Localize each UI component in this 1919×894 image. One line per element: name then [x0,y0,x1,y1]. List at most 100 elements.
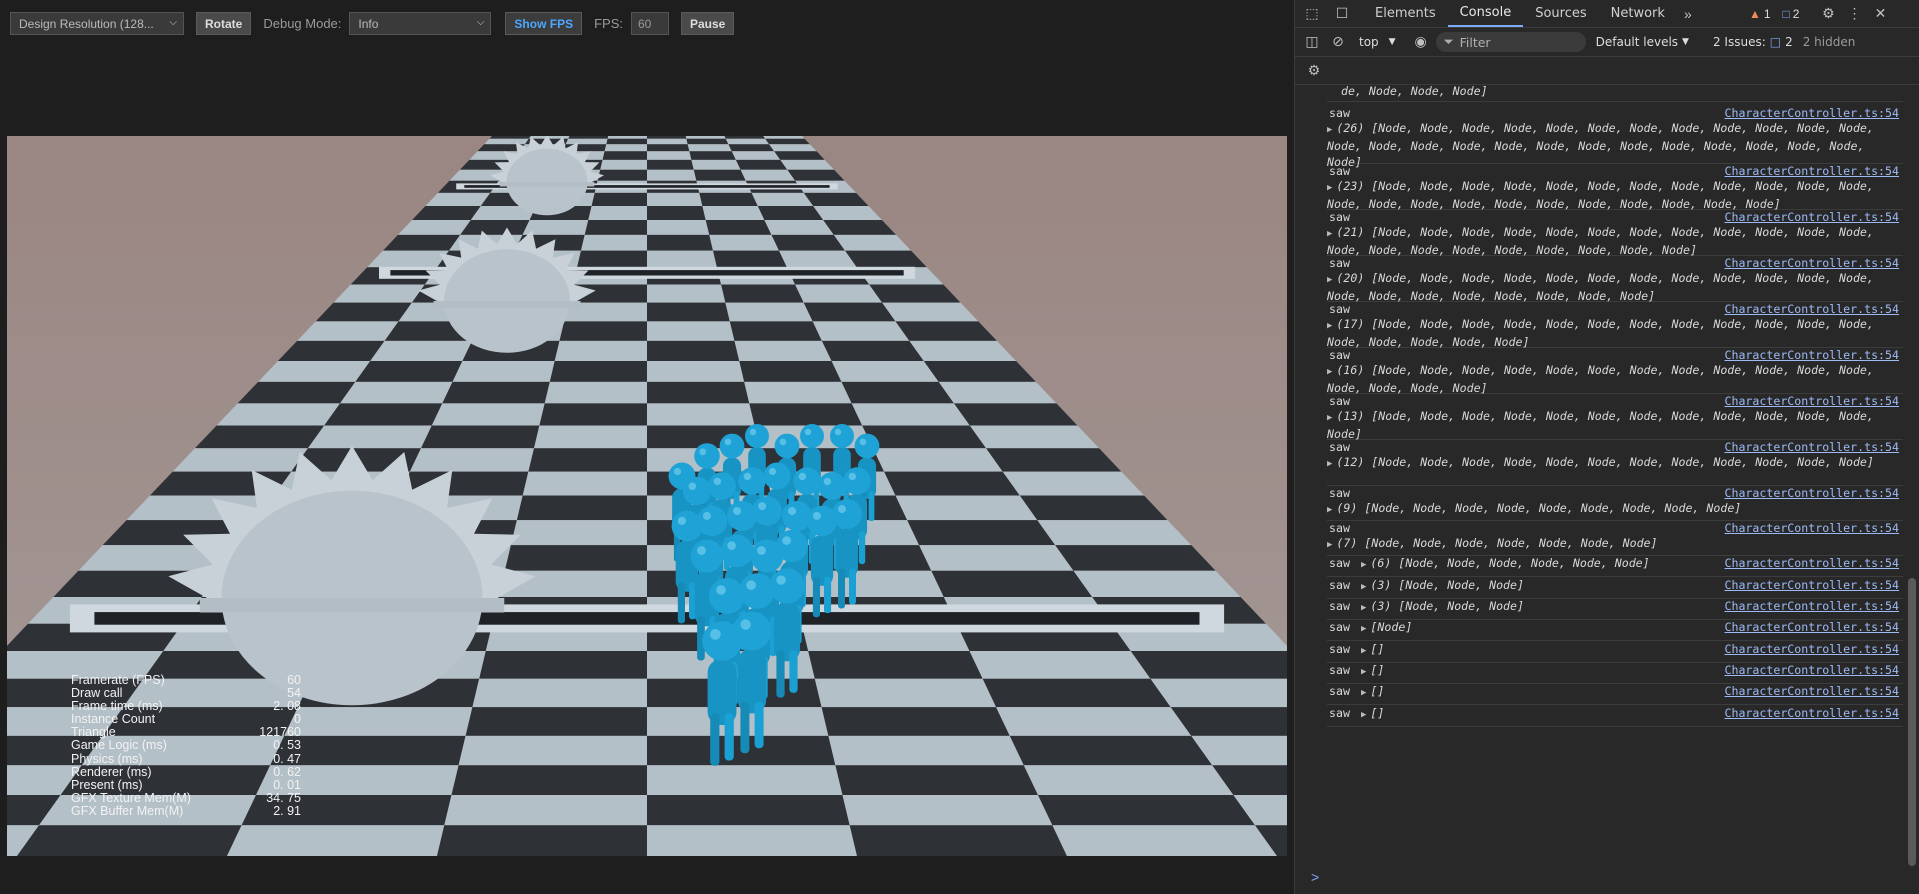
fps-input[interactable]: 60 [630,12,669,35]
issues-count: 2 [1785,35,1793,49]
show-fps-button[interactable]: Show FPS [505,12,583,35]
console-message[interactable]: saw CharacterController.ts:54 ▶ (3) [Node, … [1327,599,1903,620]
board-tile [504,545,647,571]
console-message[interactable]: saw CharacterController.ts:54 ▶ [Node] [1327,620,1903,641]
board-tile [763,136,805,139]
rotate-button[interactable]: Rotate [196,12,252,35]
design-resolution-select[interactable]: Design Resolution (128... ⌵ [10,12,184,35]
console-message[interactable]: saw CharacterController.ts:54 ▶ (26) [Node,… [1327,106,1903,169]
expand-triangle-icon[interactable]: ▶ [1361,667,1366,677]
game-canvas[interactable]: Framerate (FPS) 60 Draw call 54 Frame time (… [7,136,1287,856]
expand-triangle-icon[interactable]: ▶ [1327,505,1332,515]
messages-counter[interactable]: □ 2 [1783,7,1800,21]
source-link[interactable]: CharacterController.ts:54 [1724,642,1899,656]
console-message[interactable]: saw CharacterController.ts:54 ▶ (9) [Node, … [1327,486,1903,521]
clear-console-icon[interactable]: ⊘ [1327,31,1349,53]
expand-triangle-icon[interactable]: ▶ [1361,710,1366,720]
sidebar-toggle-icon[interactable]: ◫ [1301,31,1323,53]
pause-button[interactable]: Pause [680,12,735,35]
source-link[interactable]: CharacterController.ts:54 [1724,599,1899,613]
source-link[interactable]: CharacterController.ts:54 [1724,210,1899,224]
source-link[interactable]: CharacterController.ts:54 [1724,106,1899,120]
source-link[interactable]: CharacterController.ts:54 [1724,706,1899,720]
expand-triangle-icon[interactable]: ▶ [1327,125,1332,135]
context-select[interactable]: top ▼ [1359,35,1396,49]
expand-triangle-icon[interactable]: ▶ [1327,183,1332,193]
console-message[interactable]: saw CharacterController.ts:54 ▶ (21) [Node,… [1327,210,1903,257]
array-preview: [Node, Node, Node, Node, Node, Node, Nod… [1327,317,1881,349]
filter-input[interactable]: ⏷ Filter [1435,32,1586,52]
expand-triangle-icon[interactable]: ▶ [1361,560,1366,570]
source-link[interactable]: CharacterController.ts:54 [1724,394,1899,408]
inspect-element-icon[interactable]: ⬚ [1301,3,1323,25]
source-link[interactable]: CharacterController.ts:54 [1724,486,1899,500]
board-tile [307,425,432,449]
expand-triangle-icon[interactable]: ▶ [1361,688,1366,698]
console-message[interactable]: saw CharacterController.ts:54 ▶ (12) [Node,… [1327,440,1903,486]
board-tile [705,220,772,235]
source-link[interactable]: CharacterController.ts:54 [1724,302,1899,316]
source-link[interactable]: CharacterController.ts:54 [1724,440,1899,454]
expand-triangle-icon[interactable]: ▶ [1327,229,1332,239]
devtools-panel: ⬚ ☐ Elements Console Sources Network » ▲… [1294,0,1919,894]
array-preview: [Node, Node, Node, Node, Node, Node, Nod… [1327,271,1881,303]
expand-triangle-icon[interactable]: ▶ [1327,459,1332,469]
more-tabs-icon[interactable]: » [1677,3,1699,25]
expand-triangle-icon[interactable]: ▶ [1327,413,1332,423]
console-message[interactable]: saw CharacterController.ts:54 ▶ (23) [Node,… [1327,164,1903,211]
expand-triangle-icon[interactable]: ▶ [1327,321,1332,331]
tab-network[interactable]: Network [1599,0,1677,27]
settings-gear-icon[interactable]: ⚙ [1817,3,1839,25]
source-link[interactable]: CharacterController.ts:54 [1724,164,1899,178]
console-message[interactable]: saw CharacterController.ts:54 ▶ (3) [Node, … [1327,578,1903,599]
chevron-down-icon: ▼ [1682,37,1689,47]
character-highlight [788,507,796,515]
tab-elements[interactable]: Elements [1363,0,1448,27]
source-link[interactable]: CharacterController.ts:54 [1724,521,1899,535]
expand-triangle-icon[interactable]: ▶ [1327,540,1332,550]
source-link[interactable]: CharacterController.ts:54 [1724,663,1899,677]
board-tile [884,471,1020,496]
source-link[interactable]: CharacterController.ts:54 [1724,620,1899,634]
tab-sources[interactable]: Sources [1523,0,1598,27]
board-tile [516,495,647,521]
log-levels-select[interactable]: Default levels ▼ [1596,35,1689,49]
console-prompt[interactable]: > [1311,869,1319,885]
console-message[interactable]: saw CharacterController.ts:54 ▶ (7) [Node, … [1327,521,1903,556]
board-tile [465,707,647,736]
device-toolbar-icon[interactable]: ☐ [1331,3,1353,25]
console-message[interactable]: saw CharacterController.ts:54 ▶ (13) [Node,… [1327,394,1903,441]
source-link[interactable]: CharacterController.ts:54 [1724,684,1899,698]
expand-triangle-icon[interactable]: ▶ [1327,275,1332,285]
console-message-label: saw [1329,706,1350,720]
console-settings-gear-icon[interactable]: ⚙ [1303,59,1325,81]
console-message[interactable]: saw CharacterController.ts:54 ▶ [] [1327,684,1903,705]
console-message[interactable]: saw CharacterController.ts:54 ▶ (6) [Node, … [1327,556,1903,577]
console-message[interactable]: saw CharacterController.ts:54 ▶ [] [1327,706,1903,727]
more-options-icon[interactable]: ⋮ [1843,3,1865,25]
console-scrollbar-thumb[interactable] [1908,578,1916,866]
expand-triangle-icon[interactable]: ▶ [1361,646,1366,656]
console-message[interactable]: saw CharacterController.ts:54 ▶ (20) [Node,… [1327,256,1903,303]
console-message[interactable]: saw CharacterController.ts:54 ▶ [] [1327,663,1903,684]
debug-mode-select[interactable]: Info ⌵ [349,12,492,35]
expand-triangle-icon[interactable]: ▶ [1327,367,1332,377]
source-link[interactable]: CharacterController.ts:54 [1724,556,1899,570]
expand-triangle-icon[interactable]: ▶ [1361,624,1366,634]
close-icon[interactable]: ✕ [1869,3,1891,25]
console-message[interactable]: saw CharacterController.ts:54 ▶ (17) [Node,… [1327,302,1903,349]
array-count: (21) [1336,225,1365,239]
tab-console[interactable]: Console [1447,0,1524,27]
live-expression-eye-icon[interactable]: ◉ [1410,31,1432,53]
source-link[interactable]: CharacterController.ts:54 [1724,348,1899,362]
issues-button[interactable]: 2 Issues: □ 2 [1713,35,1793,49]
warnings-counter[interactable]: ▲ 1 [1749,7,1771,21]
console-message[interactable]: saw CharacterController.ts:54 ▶ (16) [Node,… [1327,348,1903,395]
expand-triangle-icon[interactable]: ▶ [1361,582,1366,592]
source-link[interactable]: CharacterController.ts:54 [1724,578,1899,592]
console-message[interactable]: saw CharacterController.ts:54 ▶ [] [1327,642,1903,663]
source-link[interactable]: CharacterController.ts:54 [1724,256,1899,270]
preview-toolbar: Design Resolution (128... ⌵ Rotate Debug… [10,11,735,36]
expand-triangle-icon[interactable]: ▶ [1361,603,1366,613]
character-leg [812,576,820,618]
